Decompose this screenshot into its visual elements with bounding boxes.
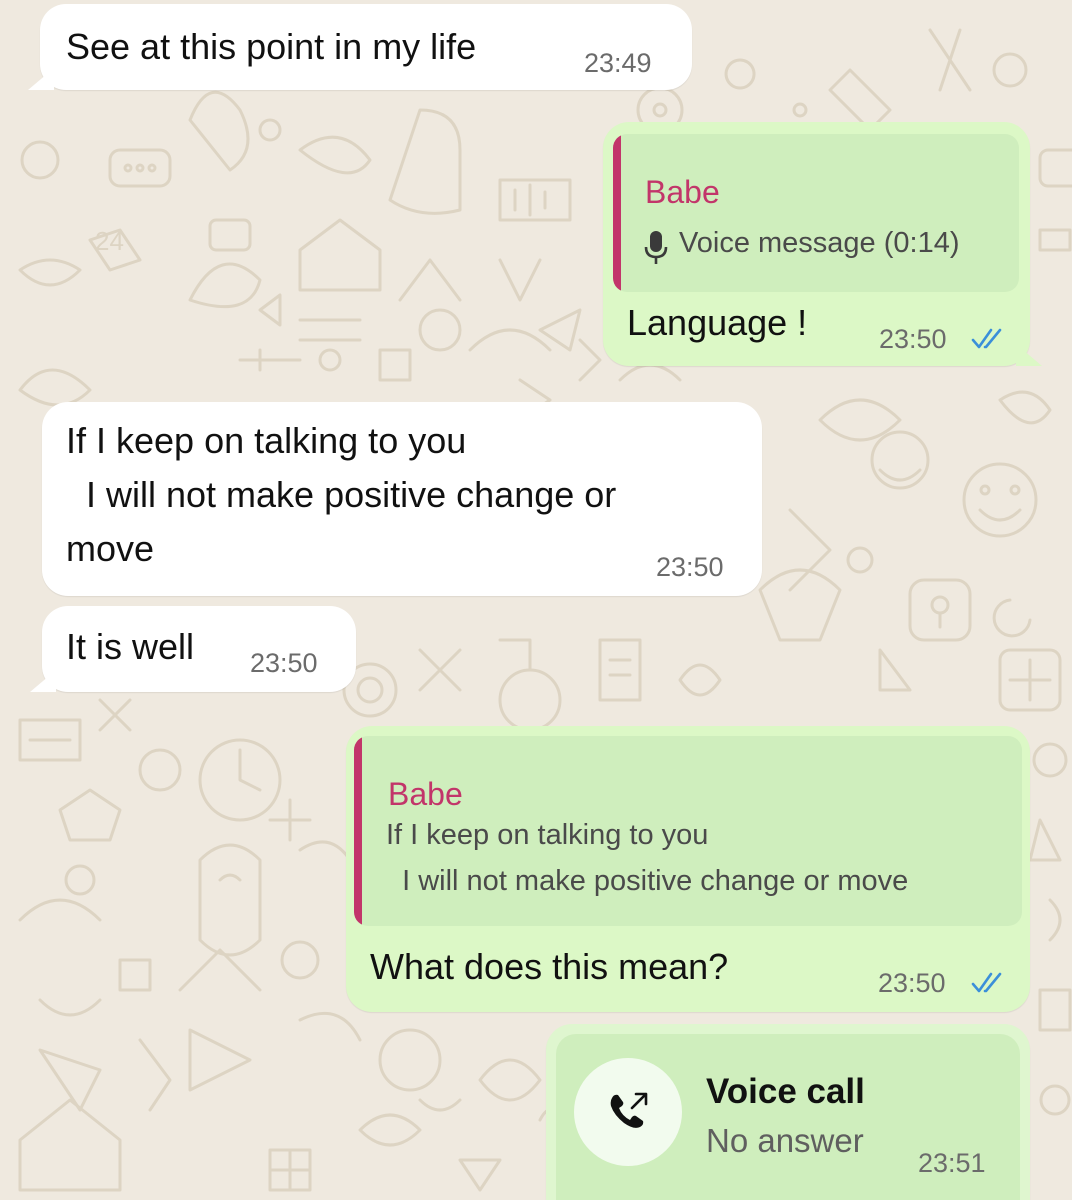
bubble-tail (28, 68, 54, 90)
call-card[interactable]: Voice call No answer 23:51 (556, 1034, 1020, 1200)
quote-accent-bar (613, 134, 621, 292)
bubble-tail (30, 670, 56, 692)
bubble-tail (1016, 344, 1042, 366)
quote-author: Babe (388, 776, 463, 812)
message-timestamp: 23:50 (878, 968, 946, 998)
message-timestamp: 23:51 (918, 1148, 986, 1178)
quote-author: Babe (645, 174, 720, 210)
incoming-message-bubble[interactable]: It is well 23:50 (30, 606, 356, 692)
message-text-line: move (66, 528, 155, 569)
outgoing-message-bubble[interactable]: Babe If I keep on talking to you I will … (346, 726, 1030, 1012)
quote-text: Voice message (0:14) (679, 227, 960, 259)
message-text-line: If I keep on talking to you (66, 420, 467, 461)
call-title: Voice call (706, 1072, 865, 1111)
message-timestamp: 23:50 (656, 552, 724, 582)
call-icon-circle (574, 1058, 682, 1166)
message-text: See at this point in my life (66, 26, 477, 67)
read-double-check-icon (971, 972, 1007, 994)
outgoing-call-icon (604, 1088, 652, 1136)
svg-text:24: 24 (95, 226, 124, 256)
message-timestamp: 23:50 (879, 324, 947, 354)
reply-quote[interactable]: Babe If I keep on talking to you I will … (354, 736, 1022, 926)
quote-text-line: I will not make positive change or move (386, 865, 909, 897)
message-timestamp: 23:49 (584, 48, 652, 78)
reply-quote[interactable]: Babe Voice message (0:14) (613, 134, 1019, 292)
message-timestamp: 23:50 (250, 648, 318, 678)
quote-text-line: If I keep on talking to you (386, 819, 709, 851)
message-text: What does this mean? (370, 946, 729, 987)
outgoing-message-bubble[interactable]: Babe Voice message (0:14) Language ! 23:… (603, 122, 1042, 366)
message-text: It is well (66, 626, 195, 667)
message-text: Language ! (627, 302, 808, 343)
incoming-message-bubble[interactable]: If I keep on talking to you I will not m… (42, 402, 762, 596)
read-double-check-icon (971, 328, 1007, 350)
message-text-line: I will not make positive change or (66, 474, 617, 515)
call-status: No answer (706, 1122, 864, 1159)
quote-accent-bar (354, 736, 362, 926)
voice-call-bubble[interactable]: Voice call No answer 23:51 (546, 1024, 1030, 1200)
incoming-message-bubble[interactable]: See at this point in my life 23:49 (28, 4, 692, 90)
microphone-icon (643, 230, 669, 266)
